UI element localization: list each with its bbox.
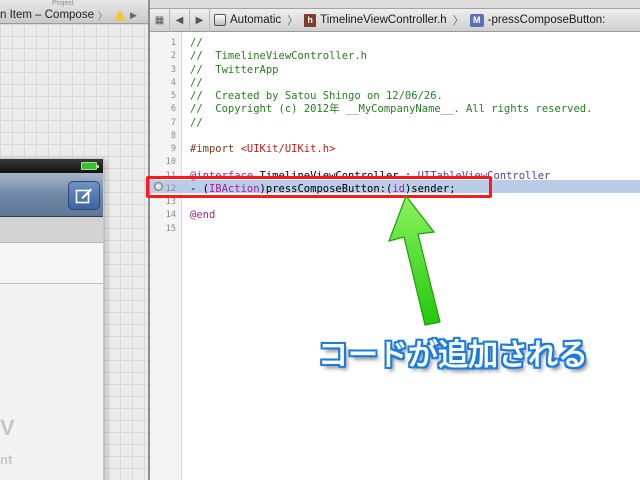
storyboard-breadcrumb[interactable]: n Item – Compose 〉 ▶ [0, 8, 137, 22]
code-token: // Created by Satou Shingo on 12/06/26. [190, 90, 443, 102]
line-number: 4 [170, 77, 176, 88]
line-number: 14 [165, 210, 176, 221]
faded-scene-sublabel: nt [0, 452, 13, 467]
file-name: TimelineViewController.h [320, 14, 447, 26]
code-token: // [190, 76, 203, 89]
compose-button[interactable] [68, 181, 100, 210]
back-arrow-icon: ◀ [175, 14, 184, 26]
breadcrumb-item-compose[interactable]: n Item – Compose [0, 9, 94, 21]
method-icon: M [469, 13, 484, 27]
view-controller-scene[interactable] [0, 158, 104, 480]
code-line[interactable]: 9 #import <UIKit/UIKit.h> [150, 143, 640, 156]
jump-bar-file[interactable]: h TimelineViewController.h [300, 8, 451, 32]
code-text: // Copyright (c) 2012年 __MyCompanyName__… [190, 103, 592, 116]
line-number: 15 [165, 223, 176, 234]
code-line[interactable]: 2 // TimelineViewController.h [150, 50, 640, 63]
grid-icon: ▦ [154, 14, 165, 26]
line-number: 6 [170, 104, 176, 115]
editor-top-strip [150, 0, 640, 8]
line-number: 8 [170, 130, 176, 141]
code-token: // Copyright (c) 2012年 __MyCompanyName__… [190, 103, 593, 116]
highlight-box [146, 176, 492, 198]
line-number: 2 [170, 51, 176, 62]
table-cell[interactable] [0, 244, 103, 284]
forward-arrow-icon[interactable]: ▶ [130, 10, 137, 21]
code-text: @end [190, 209, 215, 222]
left-jump-bar: Project n Item – Compose 〉 ▶ [0, 0, 148, 24]
code-text: // [190, 77, 203, 90]
storyboard-canvas[interactable]: Project n Item – Compose 〉 ▶ V nt [0, 0, 148, 480]
navigation-bar[interactable] [0, 173, 103, 217]
code-token: @end [190, 209, 216, 222]
code-line[interactable]: 1 // [150, 37, 640, 50]
jump-bar-separator: 〉 [287, 15, 299, 27]
project-label: Project [52, 0, 74, 7]
code-text: // Created by Satou Shingo on 12/06/26. [190, 90, 443, 103]
jump-bar-automatic[interactable]: Automatic [210, 8, 285, 32]
code-token: // TimelineViewController.h [190, 50, 368, 63]
back-button[interactable]: ◀ [170, 8, 190, 32]
jump-bar: ▦ ◀ ▶ Automatic 〉 h TimelineViewControll… [150, 8, 640, 32]
related-items-button[interactable]: ▦ [150, 8, 170, 32]
breadcrumb-separator: 〉 [97, 10, 107, 21]
code-line[interactable]: 10 [150, 156, 640, 169]
annotation-text: コードが追加される [318, 338, 588, 373]
compose-icon [75, 188, 92, 204]
forward-button[interactable]: ▶ [190, 8, 210, 32]
counterpart-icon [214, 14, 226, 26]
code-text: // TwitterApp [190, 64, 279, 77]
code-line[interactable]: 5 // Created by Satou Shingo on 12/06/26. [150, 90, 640, 103]
line-number: 10 [165, 157, 176, 168]
line-number: 3 [170, 64, 176, 75]
code-line[interactable]: 7 // [150, 117, 640, 130]
code-text: // TimelineViewController.h [190, 50, 367, 63]
code-token: // TwitterApp [190, 63, 279, 76]
faded-scene-label: V [0, 415, 15, 440]
line-number: 5 [170, 91, 176, 101]
status-bar [0, 159, 103, 173]
automatic-label: Automatic [230, 14, 282, 26]
assistant-editor[interactable]: ▦ ◀ ▶ Automatic 〉 h TimelineViewControll… [150, 0, 640, 480]
code-text: #import <UIKit/UIKit.h> [190, 143, 335, 156]
code-token: #import [190, 143, 241, 155]
warning-icon[interactable] [113, 9, 126, 21]
jump-bar-separator: 〉 [452, 15, 464, 27]
table-section-header [0, 217, 103, 243]
code-line[interactable]: 8 [150, 130, 640, 143]
code-text: // [190, 117, 203, 130]
line-number: 7 [170, 117, 176, 128]
battery-icon [81, 162, 99, 170]
forward-arrow-icon: ▶ [195, 14, 204, 26]
code-token: // [190, 116, 203, 129]
code-token: <UIKit/UIKit.h> [240, 143, 336, 155]
jump-bar-method[interactable]: M -pressComposeButton: [466, 8, 610, 32]
code-line[interactable]: 14 @end [150, 209, 640, 222]
code-line[interactable]: 15 [150, 223, 640, 236]
code-line[interactable]: 3 // TwitterApp [150, 64, 640, 77]
code-line[interactable]: 6 // Copyright (c) 2012年 __MyCompanyName_… [150, 103, 640, 116]
line-number: 1 [170, 38, 176, 48]
code-token: // [190, 37, 203, 49]
line-number: 9 [170, 144, 176, 154]
code-line[interactable]: 4 // [150, 77, 640, 90]
header-file-icon: h [304, 13, 317, 27]
code-text: // [190, 37, 203, 50]
method-name: -pressComposeButton: [487, 14, 606, 26]
